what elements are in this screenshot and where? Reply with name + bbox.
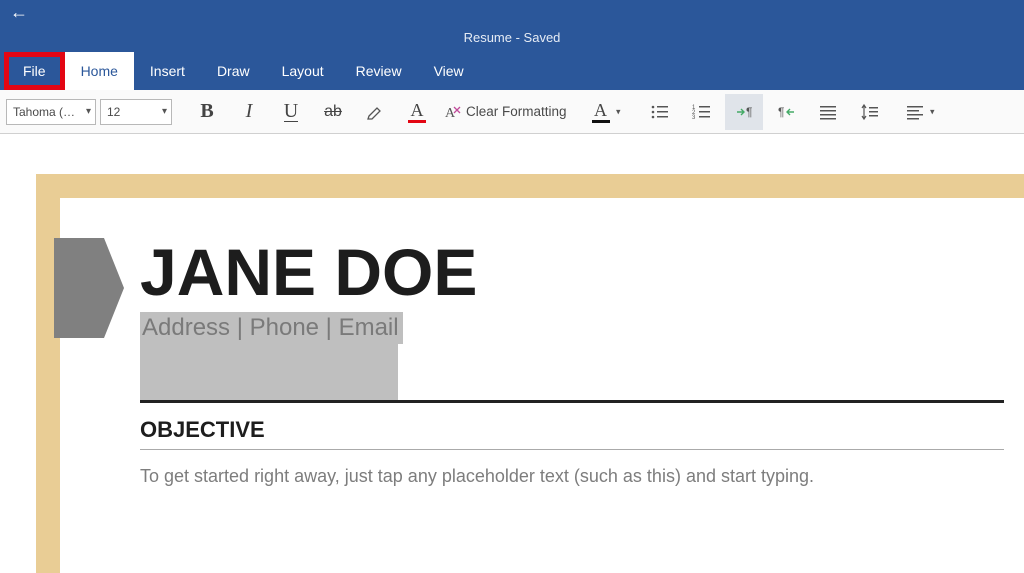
increase-indent-button[interactable]: ¶	[725, 94, 763, 130]
ribbon: Tahoma (… ▾ 12 ▾ B I U ab A A Clear Form…	[0, 90, 1024, 134]
paragraph-icon	[904, 101, 926, 123]
bullet-list-button[interactable]	[641, 94, 679, 130]
svg-text:¶: ¶	[778, 105, 784, 119]
strikethrough-button[interactable]: ab	[314, 94, 352, 130]
line-spacing-icon	[859, 101, 881, 123]
tab-draw[interactable]: Draw	[201, 52, 266, 90]
tab-file[interactable]: File	[4, 52, 65, 90]
name-arrow-shape	[54, 238, 124, 338]
divider-thin	[140, 449, 1004, 450]
font-size-value: 12	[107, 105, 120, 119]
italic-button[interactable]: I	[230, 94, 268, 130]
chevron-down-icon: ▾	[930, 106, 935, 117]
resume-contact-placeholder[interactable]: Address | Phone | Email	[140, 312, 403, 344]
page-border-top	[36, 174, 1024, 198]
text-color-dropdown[interactable]: A ▾	[579, 94, 623, 130]
divider-thick	[140, 400, 1004, 403]
clear-formatting-label: Clear Formatting	[466, 104, 567, 119]
resume-name[interactable]: JANE DOE	[140, 234, 1004, 310]
numbered-list-button[interactable]: 1 2 3	[683, 94, 721, 130]
align-justify-icon	[817, 101, 839, 123]
svg-text:3: 3	[692, 115, 696, 121]
font-family-value: Tahoma (…	[13, 105, 75, 119]
back-arrow-icon[interactable]: ←	[10, 2, 28, 23]
section-heading-objective[interactable]: OBJECTIVE	[140, 417, 1004, 443]
align-justify-button[interactable]	[809, 94, 847, 130]
numbered-list-icon: 1 2 3	[691, 101, 713, 123]
selection-block	[140, 344, 398, 400]
tab-bar: File Home Insert Draw Layout Review View	[0, 52, 1024, 90]
highlight-icon	[364, 101, 386, 123]
highlight-button[interactable]	[356, 94, 394, 130]
document-canvas[interactable]: JANE DOE Address | Phone | Email OBJECTI…	[0, 134, 1024, 573]
line-spacing-button[interactable]	[851, 94, 889, 130]
clear-formatting-button[interactable]: A Clear Formatting	[436, 94, 575, 130]
tab-review[interactable]: Review	[340, 52, 418, 90]
indent-right-icon: ¶	[733, 101, 755, 123]
tab-home[interactable]: Home	[65, 52, 134, 90]
tab-view[interactable]: View	[418, 52, 480, 90]
font-family-select[interactable]: Tahoma (… ▾	[6, 99, 96, 125]
underline-button[interactable]: U	[272, 94, 310, 130]
tab-layout[interactable]: Layout	[266, 52, 340, 90]
indent-left-icon: ¶	[775, 101, 797, 123]
svg-text:¶: ¶	[746, 105, 752, 119]
chevron-down-icon: ▾	[616, 106, 621, 117]
page-border-left	[36, 174, 60, 573]
clear-formatting-icon: A	[444, 103, 462, 121]
bold-button[interactable]: B	[188, 94, 226, 130]
objective-body-text[interactable]: To get started right away, just tap any …	[140, 466, 1004, 487]
chevron-down-icon: ▾	[86, 106, 91, 117]
page: JANE DOE Address | Phone | Email OBJECTI…	[36, 174, 1024, 573]
tab-insert[interactable]: Insert	[134, 52, 201, 90]
font-color-button[interactable]: A	[398, 94, 436, 130]
font-size-select[interactable]: 12 ▾	[100, 99, 172, 125]
title-bar: ← Resume - Saved	[0, 0, 1024, 52]
paragraph-style-button[interactable]: ▾	[893, 94, 937, 130]
chevron-down-icon: ▾	[162, 106, 167, 117]
bullet-list-icon	[649, 101, 671, 123]
document-content[interactable]: JANE DOE Address | Phone | Email OBJECTI…	[140, 234, 1004, 487]
decrease-indent-button[interactable]: ¶	[767, 94, 805, 130]
document-title: Resume - Saved	[464, 30, 561, 45]
